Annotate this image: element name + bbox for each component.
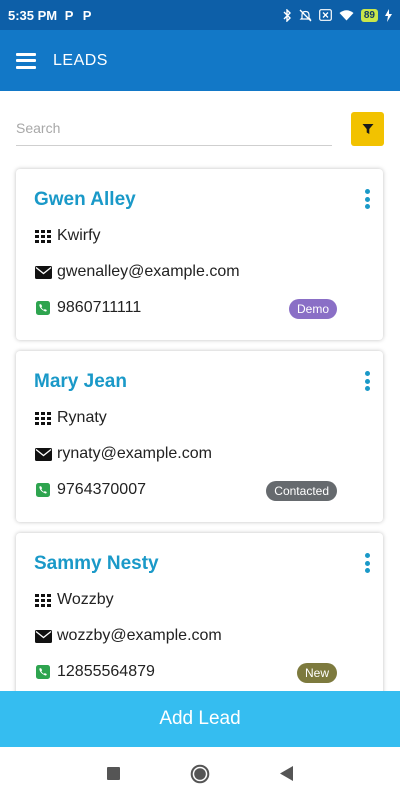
system-nav-bar [0, 747, 400, 800]
lead-company: Kwirfy [57, 227, 101, 244]
lead-phone-row[interactable]: 12855564879 [34, 663, 155, 681]
company-grid-icon [34, 593, 52, 607]
lead-email-row[interactable]: gwenalley@example.com [34, 263, 240, 281]
lead-company-row: Rynaty [34, 409, 107, 427]
back-icon[interactable] [280, 766, 293, 781]
phone-icon [34, 483, 52, 497]
more-options-icon[interactable] [363, 553, 371, 573]
lead-phone[interactable]: 12855564879 [57, 663, 155, 681]
status-time: 5:35 PM [8, 7, 58, 23]
phone-icon [34, 301, 52, 315]
add-lead-button[interactable]: Add Lead [0, 691, 400, 747]
lead-card[interactable]: Gwen Alley Kwirfy gwenalley@example.com … [16, 169, 383, 340]
phone-icon [34, 665, 52, 679]
lead-email[interactable]: gwenalley@example.com [57, 263, 240, 281]
parking-notification-icon: P [64, 7, 74, 23]
lead-company-row: Kwirfy [34, 227, 101, 245]
envelope-icon [34, 265, 52, 279]
lead-email-row[interactable]: rynaty@example.com [34, 445, 212, 463]
lead-card[interactable]: Mary Jean Rynaty rynaty@example.com 9764… [16, 351, 383, 522]
lead-phone-row[interactable]: 9860711111 [34, 299, 141, 317]
lead-email[interactable]: rynaty@example.com [57, 445, 212, 463]
lead-company: Rynaty [57, 409, 107, 426]
envelope-icon [34, 629, 52, 643]
more-options-icon[interactable] [363, 189, 371, 209]
status-badge: New [296, 663, 337, 683]
lead-phone[interactable]: 9860711111 [57, 299, 141, 317]
page-title: LEADS [53, 51, 108, 69]
lead-email[interactable]: wozzby@example.com [57, 627, 222, 645]
company-grid-icon [34, 411, 52, 425]
more-options-icon[interactable] [363, 371, 371, 391]
wifi-icon [339, 8, 354, 22]
lead-company: Wozzby [57, 591, 114, 608]
mute-bell-icon [299, 8, 312, 22]
lead-name[interactable]: Mary Jean [34, 371, 127, 393]
search-row [16, 110, 384, 150]
lead-phone-row[interactable]: 9764370007 [34, 481, 146, 499]
sim-blocked-icon [318, 8, 332, 22]
status-badge: Demo [288, 299, 337, 319]
charging-icon [385, 8, 392, 22]
recent-apps-icon[interactable] [107, 767, 120, 780]
search-input[interactable] [16, 110, 332, 146]
envelope-icon [34, 447, 52, 461]
company-grid-icon [34, 229, 52, 243]
filter-button[interactable] [351, 112, 384, 146]
bluetooth-icon [283, 8, 292, 22]
status-bar: 5:35 PM P P 89 [0, 0, 400, 30]
app-bar: LEADS [0, 30, 400, 91]
lead-company-row: Wozzby [34, 591, 114, 609]
hamburger-menu-icon[interactable] [16, 52, 36, 69]
parking-notification-icon: P [82, 7, 92, 23]
lead-name[interactable]: Sammy Nesty [34, 553, 159, 575]
status-badge: Contacted [266, 481, 337, 501]
filter-icon [362, 124, 373, 134]
lead-card[interactable]: Sammy Nesty Wozzby wozzby@example.com 12… [16, 533, 383, 704]
battery-indicator: 89 [360, 8, 378, 22]
home-icon[interactable] [190, 764, 210, 784]
lead-name[interactable]: Gwen Alley [34, 189, 136, 211]
lead-email-row[interactable]: wozzby@example.com [34, 627, 222, 645]
lead-phone[interactable]: 9764370007 [57, 481, 146, 499]
